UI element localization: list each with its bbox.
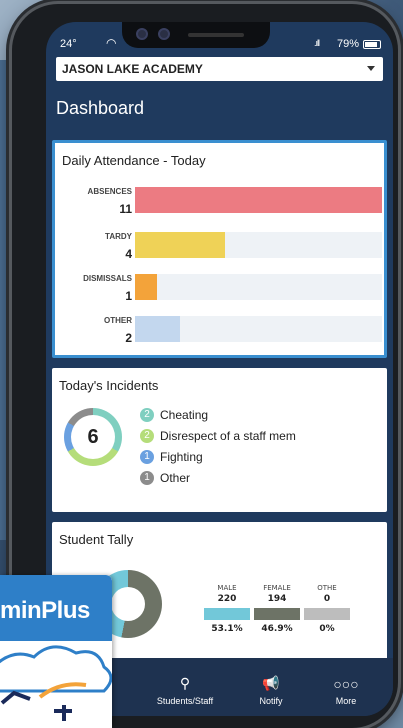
legend-item[interactable]: 2 Cheating: [140, 406, 380, 427]
attendance-row-count: 4: [125, 247, 132, 261]
attendance-row-count: 2: [125, 331, 132, 345]
attendance-row-count: 1: [125, 289, 132, 303]
incidents-total: 6: [71, 415, 115, 459]
attendance-bar-track: [135, 316, 382, 342]
tally-count: 220: [217, 594, 237, 604]
sensor-icon: [158, 28, 170, 40]
more-icon: ○○○: [333, 676, 359, 692]
attendance-bar: [135, 274, 158, 300]
attendance-card[interactable]: Daily Attendance - Today ABSENCES 11 TARDY…: [52, 140, 387, 358]
tally-color-bar: [304, 608, 350, 620]
legend-item[interactable]: 1 Fighting: [140, 448, 380, 469]
attendance-bar: [135, 316, 180, 342]
tally-count: 0: [323, 594, 331, 604]
legend-label: Other: [160, 471, 191, 485]
attendance-row[interactable]: TARDY 4: [55, 232, 384, 272]
attendance-row-label: TARDY: [105, 232, 132, 241]
attendance-row-label: DISMISSALS: [83, 274, 132, 283]
speaker-grille: [188, 33, 244, 37]
tally-column: FEMALE 194 46.9%: [254, 584, 300, 634]
attendance-bar: [135, 232, 225, 258]
school-dropdown[interactable]: JASON LAKE ACADEMY: [56, 57, 383, 81]
chevron-down-icon: [367, 66, 375, 71]
tally-label: MALE: [217, 584, 237, 592]
tally-percent: 46.9%: [261, 624, 293, 634]
tally-color-bar: [204, 608, 250, 620]
incidents-legend: 2 Cheating 2 Disrespect of a staff mem 1 Figh…: [140, 406, 380, 490]
tally-percent: 53.1%: [211, 624, 243, 634]
camera-icon: [136, 28, 148, 40]
status-time: 24°: [60, 38, 77, 50]
tally-title: Student Tally: [59, 532, 134, 547]
legend-count-badge: 2: [140, 429, 154, 443]
app-logo-badge: minPlus: [0, 575, 112, 728]
nav-notify[interactable]: 📢 Notify: [246, 675, 296, 706]
tally-color-bar: [254, 608, 300, 620]
legend-label: Disrespect of a staff mem: [160, 429, 296, 443]
attendance-bar-track: [135, 274, 382, 300]
attendance-row[interactable]: OTHER 2: [55, 316, 384, 356]
nav-students-staff[interactable]: ⚲ Students/Staff: [140, 675, 230, 706]
search-icon: ⚲: [179, 675, 191, 691]
tally-column: MALE 220 53.1%: [204, 584, 250, 634]
legend-label: Fighting: [160, 450, 203, 464]
tally-label: FEMALE: [263, 584, 291, 592]
incidents-card[interactable]: Today's Incidents 6 2 Cheating 2 Disrespect…: [52, 368, 387, 512]
legend-label: Cheating: [160, 408, 209, 422]
attendance-bar-track: [135, 232, 382, 258]
attendance-row-label: OTHER: [104, 316, 132, 325]
school-dropdown-value: JASON LAKE ACADEMY: [62, 62, 203, 76]
logo-text: minPlus: [0, 597, 90, 624]
tally-count: 194: [267, 594, 287, 604]
megaphone-icon: 📢: [262, 675, 280, 691]
attendance-row-count: 11: [119, 202, 132, 216]
legend-count-badge: 1: [140, 450, 154, 464]
nav-students-label: Students/Staff: [156, 696, 214, 706]
nav-more[interactable]: ○○○ More: [326, 676, 366, 706]
attendance-title: Daily Attendance - Today: [62, 153, 206, 168]
legend-item[interactable]: 2 Disrespect of a staff mem: [140, 427, 380, 448]
attendance-row-label: ABSENCES: [87, 187, 132, 196]
tally-column: OTHE 0 0%: [304, 584, 350, 634]
nav-notify-label: Notify: [259, 696, 283, 706]
incidents-title: Today's Incidents: [59, 378, 159, 393]
legend-count-badge: 1: [140, 471, 154, 485]
incidents-donut: 6: [64, 408, 122, 466]
attendance-bar-track: [135, 187, 382, 213]
signal-icon: .ıll: [314, 38, 320, 48]
nav-more-label: More: [335, 696, 357, 706]
attendance-bar: [135, 187, 382, 213]
tally-label: OTHE: [317, 584, 337, 592]
attendance-row[interactable]: DISMISSALS 1: [55, 274, 384, 314]
page-title: Dashboard: [56, 98, 145, 118]
battery-icon: [363, 40, 381, 49]
legend-count-badge: 2: [140, 408, 154, 422]
wifi-icon: ◠: [106, 36, 117, 50]
phone-notch: [122, 22, 270, 48]
legend-item[interactable]: 1 Other: [140, 469, 380, 490]
battery-percent: 79%: [336, 38, 359, 50]
tally-percent: 0%: [319, 624, 335, 634]
attendance-row[interactable]: ABSENCES 11: [55, 187, 384, 227]
cloud-logo-icon: [0, 645, 112, 721]
